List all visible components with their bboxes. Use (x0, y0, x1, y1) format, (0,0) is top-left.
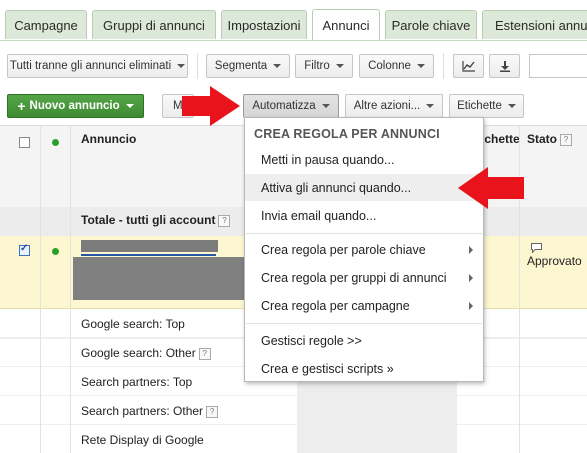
labels-button[interactable]: Etichette (449, 94, 524, 118)
column-divider (70, 125, 71, 453)
redacted-ad-link (81, 254, 216, 256)
column-divider (40, 125, 41, 453)
select-all-checkbox[interactable] (19, 137, 30, 148)
chevron-down-icon (507, 104, 516, 108)
segment-label: Segmenta (214, 60, 268, 72)
row-label: Search partners: Top (81, 375, 193, 389)
ad-filter-label: Tutti tranne gli annunci eliminati (9, 60, 172, 72)
status-dot-icon (52, 139, 59, 146)
menu-separator (246, 233, 482, 234)
column-header-ad[interactable]: Annuncio (81, 132, 136, 146)
row-label: Rete Display di Google (81, 433, 204, 447)
menu-item-label: Crea regola per gruppi di annunci (261, 270, 447, 285)
red-arrow-right-icon (182, 86, 240, 126)
menu-item-manage-rules[interactable]: Gestisci regole >> (245, 327, 483, 354)
search-input[interactable] (529, 54, 587, 78)
redacted-ad-headline (81, 240, 218, 252)
filter-button[interactable]: Filtro (295, 54, 353, 78)
status-approved: Approvato (527, 254, 582, 268)
column-header-labels[interactable]: ichette (481, 132, 520, 146)
row-divider (0, 424, 587, 425)
menu-item-send-email-when[interactable]: Invia email quando... (245, 202, 483, 229)
status-dot-icon (52, 248, 59, 255)
line-chart-icon (461, 61, 475, 72)
chevron-down-icon (426, 104, 435, 108)
row-label: Google search: Other? (81, 346, 211, 360)
menu-item-rule-campaigns[interactable]: Crea regola per campagne (245, 292, 483, 319)
row-label: Search partners: Other? (81, 404, 219, 418)
new-ad-button[interactable]: + Nuovo annuncio (7, 94, 144, 118)
new-ad-label: Nuovo annuncio (29, 100, 120, 112)
row-label: Google search: Top (81, 317, 185, 331)
menu-separator (246, 323, 482, 324)
column-header-status[interactable]: Stato? (527, 132, 572, 146)
tab-bar: Campagne Gruppi di annunci Impostazioni … (0, 0, 587, 41)
chart-button[interactable] (453, 54, 484, 78)
tab-estensioni-annunci[interactable]: Estensioni annun (482, 10, 587, 39)
menu-item-label: Crea regola per parole chiave (261, 242, 426, 257)
help-icon[interactable]: ? (218, 215, 231, 227)
row-label-text: Search partners: Other (81, 404, 204, 418)
columns-button[interactable]: Colonne (359, 54, 434, 78)
tab-annunci[interactable]: Annunci (312, 9, 380, 40)
help-icon[interactable]: ? (560, 134, 572, 146)
chevron-down-icon (416, 64, 425, 68)
tab-campagne[interactable]: Campagne (5, 10, 87, 39)
chevron-down-icon (125, 104, 134, 108)
chevron-right-icon (469, 246, 473, 254)
row-checkbox[interactable] (19, 243, 30, 256)
labels-label: Etichette (457, 100, 502, 112)
menu-header: CREA REGOLA PER ANNUNCI (254, 127, 440, 141)
row-divider (0, 395, 587, 396)
toolbar-divider (443, 53, 444, 79)
plus-icon: + (17, 98, 26, 114)
tab-gruppi-di-annunci[interactable]: Gruppi di annunci (92, 10, 216, 39)
row-label-text: Google search: Other (81, 346, 196, 360)
tab-impostazioni[interactable]: Impostazioni (221, 10, 307, 39)
download-icon (499, 61, 510, 72)
menu-item-scripts[interactable]: Crea e gestisci scripts » (245, 355, 483, 382)
tab-parole-chiave[interactable]: Parole chiave (385, 10, 477, 39)
automate-label: Automatizza (252, 100, 316, 112)
automate-dropdown-menu: CREA REGOLA PER ANNUNCI Metti in pausa q… (244, 117, 484, 382)
menu-item-rule-adgroups[interactable]: Crea regola per gruppi di annunci (245, 264, 483, 291)
more-actions-button[interactable]: Altre azioni... (345, 94, 443, 118)
automate-button[interactable]: Automatizza (243, 94, 339, 118)
columns-label: Colonne (368, 60, 411, 72)
chevron-down-icon (177, 64, 186, 68)
help-icon[interactable]: ? (198, 348, 211, 360)
help-icon[interactable]: ? (206, 406, 219, 418)
total-label: Totale - tutti gli account (81, 213, 216, 227)
red-arrow-left-icon (458, 167, 524, 209)
menu-item-enable-ads-when[interactable]: Attiva gli annunci quando... (245, 174, 483, 201)
more-actions-label: Altre azioni... (353, 100, 421, 112)
chevron-down-icon (321, 104, 330, 108)
segment-button[interactable]: Segmenta (206, 54, 290, 78)
ad-filter-dropdown[interactable]: Tutti tranne gli annunci eliminati (7, 54, 188, 78)
total-label-cell: Totale - tutti gli account? (81, 213, 231, 227)
status-header-label: Stato (527, 132, 557, 146)
chevron-down-icon (335, 64, 344, 68)
chevron-right-icon (469, 302, 473, 310)
redacted-ad-text (73, 257, 245, 300)
menu-item-pause-when[interactable]: Metti in pausa quando... (245, 146, 483, 173)
chevron-down-icon (273, 64, 282, 68)
menu-item-label: Crea regola per campagne (261, 298, 410, 313)
download-button[interactable] (489, 54, 520, 78)
menu-item-rule-keywords[interactable]: Crea regola per parole chiave (245, 236, 483, 263)
filter-label: Filtro (304, 60, 330, 72)
chevron-right-icon (469, 274, 473, 282)
toolbar-divider (197, 53, 198, 79)
